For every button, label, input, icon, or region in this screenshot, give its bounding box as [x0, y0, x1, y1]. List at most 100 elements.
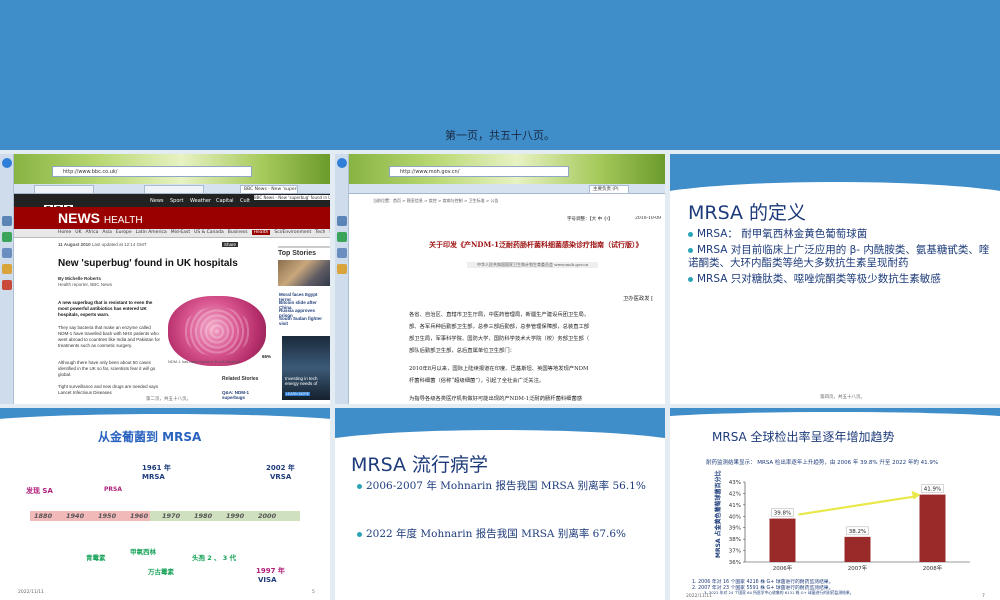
page-body [349, 194, 665, 404]
slide-mrsa-global-trend[interactable]: MRSA 全球检出率呈逐年增加趋势 耐药监测结果显示： MRSA 检出率逐年上升… [670, 408, 1000, 600]
section-nav-item[interactable]: Sci/Environment [274, 230, 311, 235]
browser-sidebar [0, 154, 14, 404]
doc-para-2-line-1: 2010年8月以来，国际上陆续报道在印度、巴基斯坦、英国等地发现产NDM [409, 366, 589, 372]
section-nav-item[interactable]: Asia [102, 230, 111, 235]
nav-weather[interactable]: Weather [190, 198, 211, 204]
article-para-3: Tight surveillance and new drugs are nee… [58, 384, 159, 395]
bbc-top-bar: BBC News Sport Weather Capital Cult BBC … [14, 194, 330, 214]
article-headline: New 'superbug' found in UK hospitals [58, 258, 238, 269]
related-link[interactable]: Q&A: NDM-1 superbugs [222, 390, 252, 400]
section-nav-item[interactable]: Latin America [136, 230, 167, 235]
feeds-icon[interactable] [337, 232, 347, 242]
section-nav-item[interactable]: Tech [315, 230, 325, 235]
value-label: 38.2% [849, 529, 866, 535]
y-tick-label: 40% [729, 514, 741, 520]
chart-subtitle: 耐药监测结果显示： MRSA 检出率逐年上升趋势，由 2006 年 39.8% … [706, 460, 939, 466]
section-nav-item[interactable]: Europe [116, 230, 132, 235]
slide-moh-screenshot[interactable]: http://www.moh.gov.cn/ 主要负责 (P) 当前位置：首页 … [335, 154, 665, 404]
browser-tab-active[interactable]: 主要负责 (P) [589, 185, 629, 194]
address-bar[interactable]: http://www.moh.gov.cn/ [389, 166, 569, 177]
promo-text: Investing in tech energy needs of [285, 376, 318, 386]
share-button[interactable]: Share [222, 242, 239, 247]
slide-footer: 第四页，共五十八页。 [820, 395, 865, 400]
slide-title: MRSA 的定义 [688, 202, 807, 224]
top-story-photo [278, 260, 330, 286]
slide-title: MRSA 流行病学 [351, 454, 489, 476]
slide-mrsa-epidemiology[interactable]: MRSA 流行病学 2006-2007 年 Mohnarin 报告我国 MRSA… [335, 408, 665, 600]
section-nav-item[interactable]: Home [58, 230, 71, 235]
ie-logo-icon[interactable] [337, 158, 347, 168]
bullet-text: MRSA 对目前临床上广泛应用的 β- 内酰胺类、氨基糖甙类、喹诺酮类、大环内酯… [688, 244, 990, 269]
article-date: 11 August 2010 Last updated at 12:14 GMT [58, 242, 147, 247]
label-mrsa: MRSA [142, 473, 165, 481]
nav-capital[interactable]: Capital [216, 198, 234, 204]
category-label: 2007年 [848, 564, 868, 572]
slide-sa-to-mrsa-timeline[interactable]: 从金葡菌到 MRSA 1880 1940 1950 1960 1970 1980 1990 2… [0, 408, 330, 600]
updated-text: Last updated at 12:14 GMT [91, 242, 147, 247]
slide-title: 从金葡菌到 MRSA [98, 430, 202, 444]
address-bar[interactable]: http://www.bbc.co.uk/ [52, 166, 252, 177]
nav-cult[interactable]: Cult [240, 198, 250, 204]
browser-tab-1[interactable] [34, 185, 94, 194]
favorites-icon[interactable] [2, 216, 12, 226]
slide-bbc-screenshot[interactable]: http://www.bbc.co.uk/ BBC News - New 'su… [0, 154, 330, 404]
mail-icon[interactable] [2, 264, 12, 274]
timeline-year: 1970 [162, 512, 181, 520]
y-tick-label: 43% [729, 480, 741, 486]
section-nav-item[interactable]: Health [251, 230, 271, 235]
section-nav-item[interactable]: Entertainment [329, 230, 330, 235]
feeds-icon[interactable] [2, 232, 12, 242]
bullet-dot [688, 247, 693, 253]
nav-sport[interactable]: Sport [170, 198, 183, 204]
ie-logo-icon[interactable] [2, 158, 12, 168]
label-methicillin: 甲氧西林 [130, 548, 156, 556]
mail-icon[interactable] [337, 264, 347, 274]
label-visa: VISA [258, 576, 277, 584]
news-wordmark[interactable]: NEWS HEALTH [58, 210, 143, 226]
value-label: 39.8% [774, 511, 791, 517]
doc-para-3: 为指导各级各类医疗机构做好可能出现的产NDM-1泛耐药肠杆菌科细菌感 [409, 396, 583, 402]
doc-para-2-line-2: 杆菌科细菌（俗称“超级细菌”），引起了全社会广泛关注。 [409, 378, 545, 384]
section-nav-item[interactable]: Business [228, 230, 248, 235]
browser-tab-2[interactable] [144, 185, 204, 194]
history-icon[interactable] [2, 248, 12, 258]
slide-mrsa-definition[interactable]: MRSA 的定义 MRSA： 耐甲氧西林金黄色葡萄球菌 MRSA 对目前临床上广… [670, 154, 1000, 404]
bullet-2: MRSA 对目前临床上广泛应用的 β- 内酰胺类、氨基糖甙类、喹诺酮类、大环内酯… [688, 244, 993, 270]
date-text: 11 August 2010 [58, 242, 91, 247]
browser-tab-active[interactable]: BBC News - New 'superb [240, 185, 298, 194]
document-number: 卫办医政发 [ [623, 296, 654, 302]
bar [919, 494, 946, 562]
doc-line-4: 部队后勤部卫生部，总后直属单位卫生部门： [409, 348, 515, 354]
slide-number: 7 [982, 594, 985, 599]
font-size-controls[interactable]: 字号调整：【大 中 小】 [567, 216, 613, 222]
promo-ad[interactable]: Investing in tech energy needs of LEARN … [282, 336, 330, 400]
section-nav-item[interactable]: UK [75, 230, 81, 235]
section-nav-item[interactable]: US & Canada [194, 230, 224, 235]
label-1997: 1997 年 [256, 567, 285, 575]
tools-icon[interactable] [2, 280, 12, 290]
label-penicillin: 青霉素 [86, 554, 106, 562]
trend-arrow-head [911, 490, 921, 500]
promo-learn-more-button[interactable]: LEARN MORE [285, 392, 311, 396]
label-2002: 2002 年 [266, 464, 295, 472]
section-nav: Home UK Africa Asia Europe Latin America Mid-E… [14, 229, 330, 238]
doc-line-3: 部卫生局，军事科学院、国防大学、国防科学技术大学院（校）务部卫生部（ [409, 336, 590, 342]
favorites-icon[interactable] [337, 216, 347, 226]
label-1961: 1961 年 [142, 464, 171, 472]
bullet-dot [688, 276, 693, 282]
bar [844, 536, 871, 562]
nav-news[interactable]: News [150, 198, 164, 204]
history-icon[interactable] [337, 248, 347, 258]
section-nav-item[interactable]: Mid-East [171, 230, 190, 235]
doc-line-1: 各省、自治区、直辖市卫生厅局，中医药管理局，新疆生产建设兵团卫生局， [409, 312, 590, 318]
section-nav-item[interactable]: Africa [86, 230, 99, 235]
story-link-4[interactable]: South Sudan fighter visit [279, 316, 330, 326]
label-vrsa: VRSA [270, 473, 292, 481]
slide-grid: http://www.bbc.co.uk/ BBC News - New 'su… [0, 150, 1000, 600]
article-para-2: Although there have only been about 50 c… [58, 360, 156, 377]
page-label: 第一页，共五十八页。 [445, 129, 555, 142]
doc-line-2: 部、各军兵种后勤部卫生部，总参三部后勤部，总参管理保障部，总装直工部 [409, 324, 590, 330]
slide-title: MRSA 全球检出率呈逐年增加趋势 [712, 430, 895, 444]
publish-date: 2010-10-09 [635, 216, 661, 221]
byline-role: Health reporter, BBC News [58, 282, 113, 287]
